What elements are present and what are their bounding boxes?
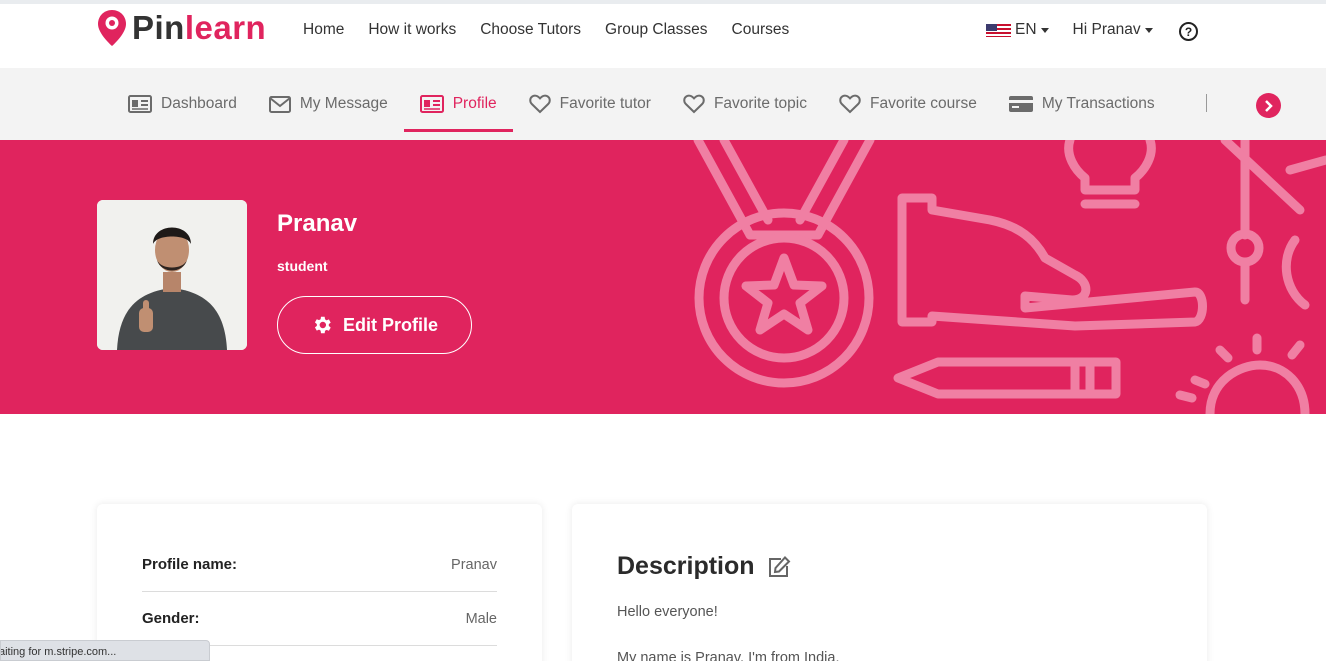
credit-card-icon <box>1008 96 1033 112</box>
profile-role: student <box>277 258 328 274</box>
browser-status-bar: Waiting for m.stripe.com... <box>0 640 210 661</box>
info-row-profile-name: Profile name: Pranav <box>142 538 497 592</box>
subnav-label: Favorite course <box>870 95 977 112</box>
edit-profile-label: Edit Profile <box>342 314 438 335</box>
us-flag-icon <box>986 23 1011 37</box>
heart-icon <box>683 94 705 114</box>
gear-icon <box>314 316 331 334</box>
nav-courses[interactable]: Courses <box>732 21 790 39</box>
subnav-label: Favorite topic <box>713 95 807 112</box>
language-label: EN <box>1015 21 1037 38</box>
logo-text: Pinlearn <box>132 9 267 46</box>
subnav-favorite-tutor[interactable]: Favorite tutor <box>528 68 651 140</box>
caret-down-icon <box>1040 27 1049 33</box>
user-nav: EN Hi Pranav <box>986 21 1153 39</box>
subnav-profile[interactable]: Profile <box>403 68 513 140</box>
chevron-right-icon <box>1264 99 1273 112</box>
nav-choose-tutors[interactable]: Choose Tutors <box>480 21 581 39</box>
description-text: My name is Pranav, I'm from India. <box>617 650 840 661</box>
profile-photo <box>97 200 247 350</box>
edit-icon[interactable] <box>767 555 791 578</box>
description-title: Description <box>617 552 755 580</box>
user-menu-dropdown[interactable]: Hi Pranav <box>1073 21 1153 39</box>
heart-icon <box>839 94 861 114</box>
info-row-gender: Gender: Male <box>142 592 497 646</box>
heart-icon <box>528 94 551 114</box>
help-icon[interactable]: ? <box>1179 22 1198 41</box>
description-card: Description Hello everyone! My name is P… <box>572 504 1207 661</box>
profile-name: Pranav <box>277 210 358 237</box>
nav-home[interactable]: Home <box>303 21 344 39</box>
subnav-divider <box>1206 94 1207 112</box>
description-heading: Description <box>617 552 791 581</box>
info-value: Male <box>465 610 497 627</box>
subnav-dashboard[interactable]: Dashboard <box>128 68 237 140</box>
greeting-label: Hi Pranav <box>1072 21 1141 38</box>
id-card-icon <box>419 95 444 113</box>
subnav-label: Profile <box>452 95 497 112</box>
profile-banner: Pranav student Edit Profile <box>0 140 1326 414</box>
subnav-label: My Transactions <box>1041 95 1155 112</box>
subnav-favorite-topic[interactable]: Favorite topic <box>683 68 807 140</box>
description-text: Hello everyone! <box>617 604 718 620</box>
subnav-label: Dashboard <box>161 95 237 112</box>
banner-illustration <box>693 140 1326 414</box>
nav-how-it-works[interactable]: How it works <box>368 21 456 39</box>
subnav-favorite-course[interactable]: Favorite course <box>839 68 977 140</box>
info-value: Pranav <box>451 556 497 573</box>
info-label: Gender: <box>142 610 200 627</box>
subnav-my-message[interactable]: My Message <box>268 68 388 140</box>
nav-group-classes[interactable]: Group Classes <box>605 21 708 39</box>
subnav-label: My Message <box>299 95 388 112</box>
envelope-icon <box>268 95 291 113</box>
avatar[interactable] <box>97 200 247 350</box>
id-card-icon <box>128 95 152 113</box>
main-nav: Home How it works Choose Tutors Group Cl… <box>303 21 789 39</box>
pinlearn-logo[interactable]: Pinlearn <box>96 8 266 48</box>
subnav-my-transactions[interactable]: My Transactions <box>1008 68 1155 140</box>
language-dropdown[interactable]: EN <box>986 21 1049 39</box>
map-pin-icon <box>98 10 126 46</box>
subnav-next-button[interactable] <box>1256 93 1281 118</box>
dashboard-subnav: Dashboard My Message Profile Favorite tu… <box>0 68 1326 140</box>
edit-profile-button[interactable]: Edit Profile <box>277 296 472 354</box>
profile-info-card: Profile name: Pranav Gender: Male <box>97 504 542 661</box>
info-label: Profile name: <box>142 556 238 573</box>
status-text: Waiting for m.stripe.com... <box>0 646 117 658</box>
top-navbar: Pinlearn Home How it works Choose Tutors… <box>0 0 1326 68</box>
subnav-label: Favorite tutor <box>559 95 651 112</box>
caret-down-icon <box>1144 27 1153 33</box>
